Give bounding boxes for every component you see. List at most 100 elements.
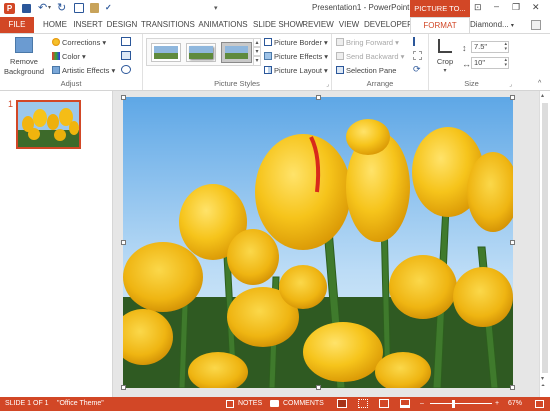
bring-forward-button[interactable]: Bring Forward ▾ [336,37,399,48]
tab-design[interactable]: DESIGN [106,17,138,33]
picture-effects-icon [264,52,272,60]
resize-handle-middle-left[interactable] [121,240,126,245]
close-icon[interactable]: ✕ [532,2,540,13]
tab-insert[interactable]: INSERT [72,17,104,33]
artistic-effects-button[interactable]: Artistic Effects ▾ [52,65,115,76]
resize-handle-top-center[interactable] [316,95,321,100]
contextual-tab-group-label: PICTURE TO... [414,4,466,13]
resize-handle-bottom-right[interactable] [510,385,515,390]
zoom-in-icon[interactable]: + [495,397,499,411]
selection-pane-button[interactable]: Selection Pane [336,65,396,76]
compress-pictures-icon[interactable] [121,37,131,46]
collapse-ribbon-icon[interactable]: ^ [538,80,541,87]
color-button[interactable]: Color ▾ [52,51,86,62]
tab-transitions-label: TRANSITIONS [141,20,195,29]
normal-view-icon[interactable] [337,399,347,408]
height-spinner-icon[interactable]: ▴ ▾ [504,42,507,52]
size-launcher-icon[interactable]: ⌟ [509,81,512,88]
scroll-up-icon[interactable]: ▴ [541,92,544,99]
qat-more-icon[interactable]: ▾ [214,4,218,12]
artistic-effects-icon [52,66,60,74]
undo-icon[interactable]: ↶ [38,1,47,14]
crop-button[interactable]: Crop ▾ [433,36,457,76]
rotate-icon[interactable]: ⟳ [413,64,421,75]
picture-style-thumbnail-1[interactable] [151,43,181,62]
spell-check-icon[interactable]: ✓ [105,3,112,12]
remove-background-button[interactable]: Remove Background [1,36,47,78]
comments-icon[interactable] [270,400,279,407]
resize-handle-top-left[interactable] [121,95,126,100]
picture-style-thumbnail-1-image [154,46,178,59]
tab-slide-show[interactable]: SLIDE SHOW [253,17,303,33]
resize-handle-bottom-left[interactable] [121,385,126,390]
change-picture-icon[interactable] [121,51,131,60]
slide-sorter-icon[interactable] [358,399,368,408]
tab-review[interactable]: REVIEW [302,17,334,33]
previous-slide-icon[interactable]: ⏶ [541,383,545,389]
contextual-tab-group: PICTURE TO... [410,0,470,17]
zoom-slider[interactable] [430,403,492,404]
notes-icon[interactable] [226,400,234,408]
format-picture-launcher-icon[interactable]: ⌟ [326,81,329,88]
paste-icon[interactable] [90,3,99,13]
tab-view[interactable]: VIEW [337,17,361,33]
slide-thumbnail[interactable] [16,100,81,149]
align-icon[interactable] [413,37,422,46]
tab-transitions[interactable]: TRANSITIONS [141,17,195,33]
tulip-photo [123,97,513,388]
zoom-level[interactable]: 67% [508,397,522,411]
picture-style-thumbnail-3[interactable] [221,42,252,63]
crop-label: Crop [436,57,454,66]
comments-button[interactable]: COMMENTS [283,397,324,411]
ribbon-display-options-icon[interactable]: ⊡ [474,2,482,13]
zoom-out-icon[interactable]: – [420,397,424,411]
scroll-thumb[interactable] [542,103,548,373]
slide-show-icon[interactable] [400,399,410,408]
picture-style-thumbnail-2[interactable] [186,43,216,62]
tab-file[interactable]: FILE [0,17,34,33]
minimize-icon[interactable]: – [494,1,499,11]
zoom-slider-thumb[interactable] [452,400,455,408]
picture-styles-group-label: Picture Styles [214,79,260,88]
height-field[interactable]: 7.5" ▴ ▾ [471,41,509,53]
scroll-down-icon[interactable]: ▾ [541,375,544,382]
picture-effects-button[interactable]: Picture Effects ▾ [264,51,328,62]
user-avatar[interactable] [531,20,541,30]
resize-handle-bottom-center[interactable] [316,385,321,390]
send-backward-button[interactable]: Send Backward ▾ [336,51,404,62]
account-menu[interactable]: Diamond... ▾ [470,17,514,33]
slide-picture[interactable] [123,97,513,388]
width-spinner-icon[interactable]: ▴ ▾ [504,58,507,68]
tab-home[interactable]: HOME [40,17,70,33]
tab-format[interactable]: FORMAT [410,17,470,33]
save-icon[interactable] [22,4,31,13]
restore-icon[interactable]: ❐ [512,2,520,13]
vertical-scrollbar[interactable]: ▴ ▾ ⏶ [539,91,550,397]
gallery-scroll-down-icon[interactable]: ▾ [253,47,261,56]
gallery-scroll-up-icon[interactable]: ▴ [253,38,261,47]
slide-count: SLIDE 1 OF 1 [5,400,49,407]
color-icon [52,52,60,60]
group-objects-icon[interactable] [413,51,422,60]
resize-handle-middle-right[interactable] [510,240,515,245]
tab-animations[interactable]: ANIMATIONS [197,17,249,33]
fit-slide-icon[interactable] [535,400,544,408]
picture-styles-gallery[interactable] [146,38,254,66]
picture-layout-button[interactable]: Picture Layout ▾ [264,65,328,76]
resize-handle-top-right[interactable] [510,95,515,100]
gallery-more-icon[interactable]: ▾ [253,56,261,66]
artistic-effects-label: Artistic Effects ▾ [62,66,116,75]
remove-background-icon [15,37,33,53]
width-field[interactable]: 10" ▴ ▾ [471,57,509,69]
tab-slide-show-label: SLIDE SHOW [253,20,304,29]
redo-icon[interactable]: ↻ [57,1,66,14]
picture-border-button[interactable]: Picture Border ▾ [264,37,328,48]
notes-button[interactable]: NOTES [238,397,262,411]
corrections-button[interactable]: Corrections ▾ [52,37,106,48]
undo-dropdown-icon[interactable]: ▾ [48,4,51,11]
reading-view-icon[interactable] [379,399,389,408]
tab-developer[interactable]: DEVELOPER [364,17,413,33]
reset-picture-icon[interactable] [121,65,131,74]
tab-home-label: HOME [43,20,67,29]
start-from-beginning-icon[interactable] [74,3,84,13]
